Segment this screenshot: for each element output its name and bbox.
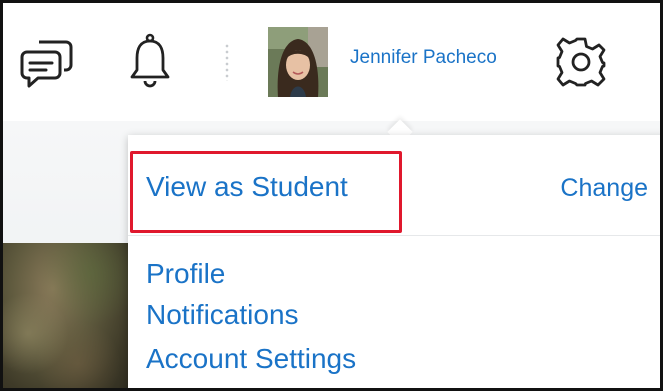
conversations-icon[interactable] (20, 36, 74, 88)
popover-separator (128, 235, 660, 236)
screenshot-frame: Jennifer Pacheco View as Student Change … (0, 0, 663, 391)
course-image (3, 243, 128, 388)
header-divider (225, 43, 229, 81)
menu-item-notifications[interactable]: Notifications (146, 293, 356, 337)
menu-item-account-settings[interactable]: Account Settings (146, 337, 356, 381)
avatar-photo (268, 27, 328, 97)
user-menu-list: Profile Notifications Account Settings (146, 255, 356, 381)
user-menu-popover: View as Student Change Profile Notificat… (128, 135, 660, 388)
settings-gear-icon[interactable] (555, 36, 607, 88)
menu-item-profile[interactable]: Profile (146, 255, 356, 293)
user-avatar[interactable] (268, 27, 328, 97)
global-header: Jennifer Pacheco (3, 3, 660, 121)
change-link[interactable]: Change (560, 174, 648, 203)
view-as-student-link[interactable]: View as Student (146, 171, 348, 203)
notifications-bell-icon[interactable] (129, 33, 171, 89)
user-name-link[interactable]: Jennifer Pacheco (350, 47, 497, 69)
